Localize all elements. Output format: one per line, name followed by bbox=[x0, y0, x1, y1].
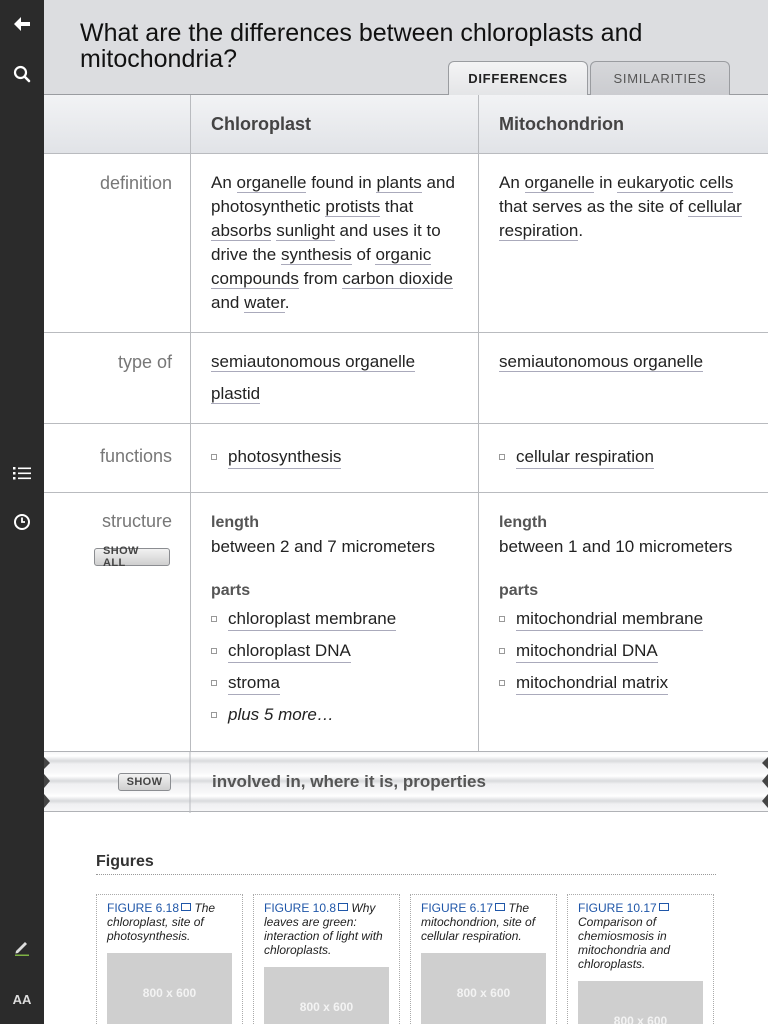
row-label-type-of: type of bbox=[117, 352, 172, 372]
list-item[interactable]: photosynthesis bbox=[211, 441, 342, 473]
figure-caption: FIGURE 10.8 Why leaves are green: intera… bbox=[264, 901, 383, 957]
bullet-icon bbox=[499, 680, 505, 686]
length-heading: length bbox=[211, 514, 259, 531]
length-heading: length bbox=[499, 514, 547, 531]
figure-thumbnail[interactable]: 800 x 600 bbox=[421, 953, 546, 1024]
column-header-row: Chloroplast Mitochondrion bbox=[44, 95, 768, 154]
bullet-icon bbox=[499, 616, 505, 622]
text-size-label: AA bbox=[12, 991, 32, 1007]
definition-mitochondrion: An organelle in eukaryotic cells that se… bbox=[499, 173, 742, 241]
figure-caption: FIGURE 10.17 Comparison of chemiosmosis … bbox=[578, 901, 671, 971]
figures-divider bbox=[96, 874, 716, 875]
search-icon[interactable] bbox=[0, 58, 44, 90]
row-label-structure: structure bbox=[101, 511, 172, 531]
parts-heading: parts bbox=[211, 582, 251, 599]
list-item[interactable]: mitochondrial membrane bbox=[499, 603, 759, 635]
more-parts-item[interactable]: plus 5 more… bbox=[211, 699, 471, 731]
figure-thumbnail[interactable]: 800 x 600 bbox=[578, 981, 703, 1024]
row-divider bbox=[44, 423, 768, 424]
list-item[interactable]: chloroplast membrane bbox=[211, 603, 471, 635]
figure-caption: FIGURE 6.18 The chloroplast, site of pho… bbox=[107, 901, 216, 943]
show-button[interactable]: SHOW bbox=[118, 773, 171, 791]
back-arrow-icon[interactable] bbox=[0, 8, 44, 40]
type-link[interactable]: semiautonomous organelle bbox=[211, 352, 416, 372]
parts-heading: parts bbox=[499, 582, 539, 599]
list-item[interactable]: mitochondrial matrix bbox=[499, 667, 759, 699]
figure-number-link[interactable]: FIGURE 6.18 bbox=[107, 901, 179, 915]
bullet-icon bbox=[211, 712, 217, 718]
bullet-icon bbox=[211, 648, 217, 654]
column-header-chloroplast: Chloroplast bbox=[211, 114, 312, 134]
row-divider bbox=[44, 332, 768, 333]
length-value: between 2 and 7 micrometers bbox=[211, 537, 435, 556]
external-link-icon bbox=[495, 903, 506, 911]
functions-mitochondrion: cellular respiration bbox=[499, 441, 654, 473]
list-item[interactable]: chloroplast DNA bbox=[211, 635, 471, 667]
header: What are the differences between chlorop… bbox=[44, 0, 768, 95]
bullet-icon bbox=[499, 454, 505, 460]
external-link-icon bbox=[181, 903, 192, 911]
text-size-icon[interactable]: AA bbox=[0, 983, 44, 1015]
figure-card[interactable]: FIGURE 6.18 The chloroplast, site of pho… bbox=[96, 894, 243, 1024]
structure-mitochondrion: length between 1 and 10 micrometers part… bbox=[499, 511, 759, 699]
bullet-icon bbox=[211, 616, 217, 622]
list-item[interactable]: cellular respiration bbox=[499, 441, 654, 473]
row-label-functions: functions bbox=[99, 446, 172, 466]
collapsed-rows-band[interactable]: SHOW involved in, where it is, propertie… bbox=[44, 751, 768, 813]
figures-heading: Figures bbox=[96, 853, 154, 870]
column-header-mitochondrion: Mitochondrion bbox=[499, 114, 624, 134]
tab-differences[interactable]: DIFFERENCES bbox=[448, 61, 588, 95]
list-item[interactable]: stroma bbox=[211, 667, 471, 699]
figure-card[interactable]: FIGURE 6.17 The mitochondrion, site of c… bbox=[410, 894, 557, 1024]
length-value: between 1 and 10 micrometers bbox=[499, 537, 733, 556]
figure-thumbnail[interactable]: 800 x 600 bbox=[264, 967, 389, 1024]
type-link[interactable]: semiautonomous organelle bbox=[499, 352, 704, 372]
type-of-mitochondrion: semiautonomous organelle bbox=[499, 350, 704, 382]
figure-card[interactable]: FIGURE 10.17 Comparison of chemiosmosis … bbox=[567, 894, 714, 1024]
definition-chloroplast: An organelle found in plants and photosy… bbox=[211, 173, 455, 313]
row-divider bbox=[44, 492, 768, 493]
functions-chloroplast: photosynthesis bbox=[211, 441, 342, 473]
pencil-icon[interactable] bbox=[0, 931, 44, 963]
external-link-icon bbox=[658, 903, 669, 911]
figure-card[interactable]: FIGURE 10.8 Why leaves are green: intera… bbox=[253, 894, 400, 1024]
row-label-definition: definition bbox=[99, 173, 172, 193]
show-all-button[interactable]: SHOW ALL bbox=[94, 545, 170, 569]
type-of-chloroplast: semiautonomous organelle plastid bbox=[211, 350, 416, 414]
structure-chloroplast: length between 2 and 7 micrometers parts… bbox=[211, 511, 471, 731]
list-item[interactable]: mitochondrial DNA bbox=[499, 635, 759, 667]
figure-number-link[interactable]: FIGURE 10.17 bbox=[578, 901, 657, 915]
bullet-icon bbox=[211, 680, 217, 686]
figure-number-link[interactable]: FIGURE 6.17 bbox=[421, 901, 493, 915]
external-link-icon bbox=[338, 903, 349, 911]
tab-bar: DIFFERENCES SIMILARITIES bbox=[448, 61, 732, 95]
figure-caption: FIGURE 6.17 The mitochondrion, site of c… bbox=[421, 901, 536, 943]
tab-similarities[interactable]: SIMILARITIES bbox=[590, 61, 730, 95]
collapsed-rows-summary: involved in, where it is, properties bbox=[212, 772, 486, 791]
type-link[interactable]: plastid bbox=[211, 384, 261, 404]
bullet-icon bbox=[499, 648, 505, 654]
figure-thumbnail[interactable]: 800 x 600 bbox=[107, 953, 232, 1024]
bullet-icon bbox=[211, 454, 217, 460]
figure-number-link[interactable]: FIGURE 10.8 bbox=[264, 901, 336, 915]
